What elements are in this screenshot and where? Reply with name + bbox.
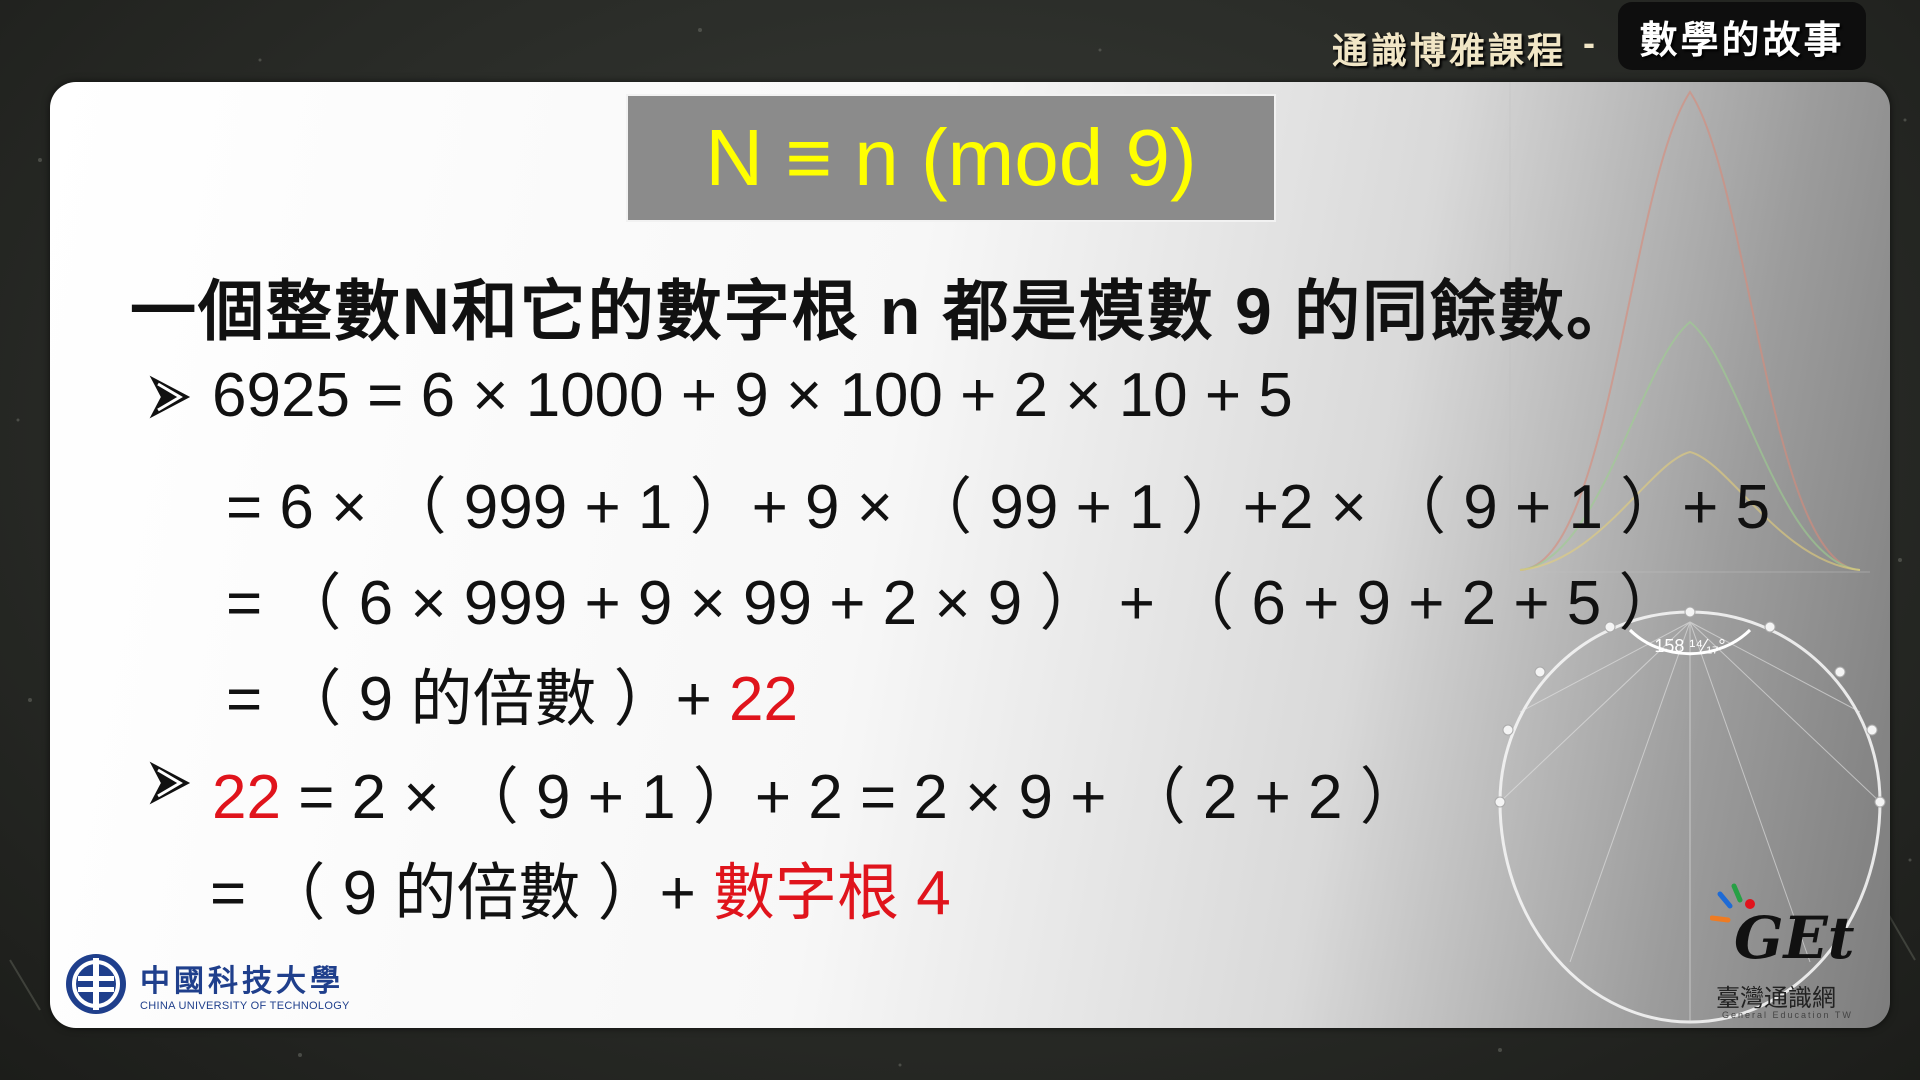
- digital-root-result: 數字根 4: [713, 859, 951, 928]
- header-separator: -: [1583, 22, 1595, 63]
- expansion-line-5: 22 = 2 × （ 9 + 1 ）+ 2 = 2 × 9 + （ 2 + 2 …: [212, 746, 1422, 836]
- slide-card: 158 ¹⁴⁄₁₇° N ≡ n (mod 9) 一個整數N和它的數字根 n 都…: [50, 82, 1890, 1028]
- expansion-line-4: = （ 9 的倍數 ）+ 22: [226, 648, 798, 738]
- expansion-line-2: = 6 × （ 999 + 1 ）+ 9 × （ 99 + 1 ）+2 × （ …: [226, 473, 1771, 542]
- arrow-bullet-icon: [149, 761, 191, 805]
- remainder-value-22-b: 22: [212, 763, 281, 832]
- school-emblem-logo: [66, 954, 126, 1014]
- arrow-bullet-icon: [149, 375, 191, 419]
- expansion-line-1: 6925 = 6 × 1000 + 9 × 100 + 2 × 10 + 5: [212, 361, 1293, 430]
- get-network-english: General Education TW: [1722, 1010, 1853, 1020]
- remainder-value-22: 22: [729, 665, 798, 734]
- get-network-chinese: 臺灣通識網: [1716, 985, 1836, 1012]
- line-5-rest: = 2 × （ 9 + 1 ）+ 2 = 2 × 9 + （ 2 + 2 ）: [280, 763, 1422, 832]
- formula-title-box: N ≡ n (mod 9): [626, 94, 1276, 222]
- line-6-prefix: = （ 9 的倍數 ）+: [210, 859, 714, 928]
- school-name-english: CHINA UNIVERSITY OF TECHNOLOGY: [140, 1000, 350, 1012]
- course-series-label: 通識博雅課程: [1332, 30, 1567, 71]
- formula-title: N ≡ n (mod 9): [705, 113, 1197, 202]
- get-logo-text: GEt: [1734, 904, 1855, 972]
- theorem-statement: 一個整數N和它的數字根 n 都是模數 9 的同餘數。: [130, 274, 1635, 348]
- course-topic-badge: 數學的故事: [1618, 2, 1866, 70]
- get-network-logo: GEt: [1710, 883, 1855, 972]
- expansion-line-3: = （ 6 × 999 + 9 × 99 + 2 × 9 ） + （ 6 + 9…: [226, 569, 1681, 638]
- line-4-prefix: = （ 9 的倍數 ）+: [226, 665, 730, 734]
- school-name-chinese: 中國科技大學: [140, 964, 344, 999]
- expansion-line-6: = （ 9 的倍數 ）+ 數字根 4: [210, 842, 951, 932]
